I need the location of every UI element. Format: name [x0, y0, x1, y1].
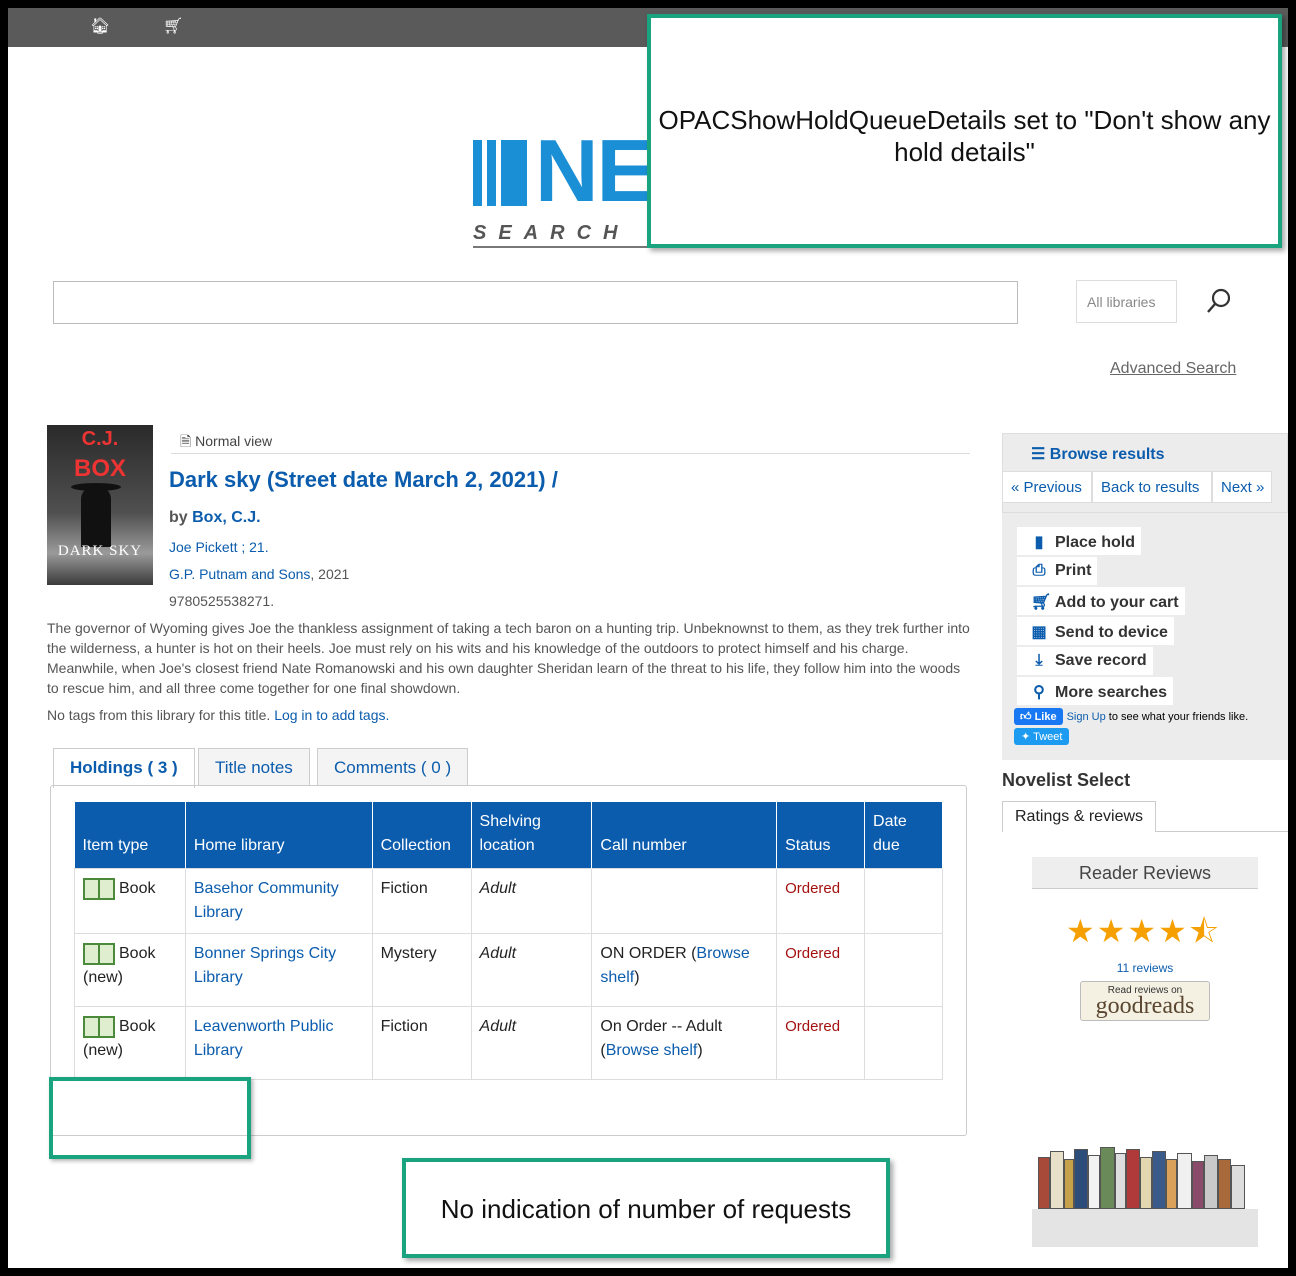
- cart-icon[interactable]: 🛒︎: [163, 18, 183, 36]
- status-badge: Ordered: [785, 1018, 841, 1035]
- advanced-search-link[interactable]: Advanced Search: [1110, 360, 1236, 378]
- twitter-icon: ✦: [1021, 731, 1031, 743]
- col-date-due[interactable]: Date due: [864, 802, 943, 869]
- more-searches-button[interactable]: ⚲ More searches: [1017, 677, 1174, 705]
- library-logo[interactable]: NE SEARCH: [473, 126, 673, 248]
- back-to-results-button[interactable]: Back to results: [1092, 471, 1212, 503]
- qr-code-icon: ▦: [1031, 624, 1047, 641]
- annotation-highlight-box: [49, 1077, 251, 1159]
- library-select[interactable]: All libraries: [1076, 280, 1177, 323]
- series-link[interactable]: Joe Pickett ; 21.: [169, 539, 269, 555]
- table-row: Book (new) Leavenworth Public Library Fi…: [74, 1006, 943, 1080]
- search-input[interactable]: [53, 281, 1018, 324]
- facebook-like-button[interactable]: 👍︎ Like: [1014, 708, 1063, 725]
- divider: [171, 453, 970, 454]
- facebook-like: 👍︎ Like Sign Up to see what your friends …: [1014, 708, 1248, 725]
- home-library-link[interactable]: Basehor Community Library: [194, 880, 339, 921]
- annotation-callout-bottom: No indication of number of requests: [402, 1158, 890, 1258]
- book-icon: [83, 942, 115, 965]
- isbn: 9780525538271.: [169, 593, 275, 609]
- browse-nav: « Previous Back to results Next »: [1002, 471, 1288, 503]
- review-count-link[interactable]: 11 reviews: [1032, 961, 1258, 975]
- novelist-heading: Novelist Select: [1002, 770, 1131, 790]
- book-cover-image: C.J. BOX DARK SKY: [47, 425, 153, 585]
- star-rating: ★★★★⯪: [1066, 913, 1222, 949]
- browse-shelf-link[interactable]: Browse shelf: [606, 1042, 698, 1059]
- send-to-device-button[interactable]: ▦ Send to device: [1017, 617, 1174, 645]
- abstract: The governor of Wyoming gives Joe the th…: [47, 620, 970, 696]
- cart-icon: 🛒︎: [1031, 594, 1052, 611]
- previous-button[interactable]: « Previous: [1002, 471, 1092, 503]
- status-badge: Ordered: [785, 945, 841, 962]
- book-icon: [83, 1015, 115, 1038]
- reader-reviews-title: Reader Reviews: [1032, 857, 1258, 889]
- col-call-number[interactable]: Call number: [591, 802, 778, 869]
- tab-title-notes[interactable]: Title notes: [198, 748, 310, 785]
- document-icon: 🗎︎: [180, 433, 192, 449]
- menu-icon: ☰: [1031, 446, 1046, 463]
- col-status[interactable]: Status: [776, 802, 866, 869]
- browse-results-toggle[interactable]: ☰ Browse results: [1031, 444, 1165, 464]
- tab-comments[interactable]: Comments ( 0 ): [317, 748, 469, 785]
- tags-line: No tags from this library for this title…: [47, 707, 390, 723]
- publisher-line: G.P. Putnam and Sons, 2021: [169, 566, 350, 582]
- logo-text: NE: [535, 121, 655, 220]
- col-shelving-location[interactable]: Shelving location: [471, 802, 593, 869]
- tweet-button[interactable]: ✦ Tweet: [1014, 728, 1070, 745]
- holdings-table: Item type Home library Collection Shelvi…: [74, 802, 943, 1080]
- search-icon: ⚲: [1033, 684, 1045, 701]
- goodreads-button[interactable]: Read reviews on goodreads: [1080, 981, 1210, 1021]
- bookshelf-image: [1032, 1147, 1258, 1247]
- record-actions-panel: ▮ Place hold ⎙ Print 🛒︎ Add to your cart ▦ S…: [1002, 513, 1288, 760]
- annotation-callout-top: OPACShowHoldQueueDetails set to "Don't s…: [647, 14, 1282, 248]
- record-title: Dark sky (Street date March 2, 2021) /: [169, 467, 558, 492]
- col-home-library[interactable]: Home library: [185, 802, 373, 869]
- search-icon[interactable]: [1204, 286, 1234, 316]
- author-line: by Box, C.J.: [169, 509, 261, 526]
- table-row: Book Basehor Community Library Fiction A…: [74, 868, 943, 934]
- table-header-row: Item type Home library Collection Shelvi…: [74, 802, 943, 869]
- book-icon: [83, 877, 115, 900]
- logo-subtext: SEARCH: [473, 222, 630, 244]
- save-record-button[interactable]: ⤓ Save record: [1017, 647, 1153, 675]
- bookmark-icon: ▮: [1034, 534, 1044, 551]
- tab-ratings-reviews[interactable]: Ratings & reviews: [1002, 801, 1157, 832]
- place-hold-button[interactable]: ▮ Place hold: [1017, 527, 1142, 555]
- tab-holdings[interactable]: Holdings ( 3 ): [53, 748, 195, 788]
- home-icon[interactable]: 🏠︎: [90, 18, 110, 36]
- goodreads-logo: goodreads: [1095, 993, 1195, 1019]
- facebook-signup-link[interactable]: Sign Up: [1067, 711, 1106, 723]
- col-collection[interactable]: Collection: [372, 802, 472, 869]
- add-to-cart-button[interactable]: 🛒︎ Add to your cart: [1017, 587, 1185, 615]
- download-icon: ⤓: [1035, 652, 1043, 669]
- reader-reviews-widget: Reader Reviews ★★★★⯪ 11 reviews Read rev…: [1032, 857, 1258, 1247]
- publisher-link[interactable]: G.P. Putnam and Sons: [169, 566, 310, 582]
- col-item-type[interactable]: Item type: [74, 802, 186, 869]
- thumbs-up-icon: 👍︎: [1020, 711, 1032, 723]
- print-icon: ⎙: [1032, 562, 1046, 579]
- author-link[interactable]: Box, C.J.: [192, 509, 260, 526]
- login-tags-link[interactable]: Log in to add tags.: [274, 707, 389, 723]
- print-button[interactable]: ⎙ Print: [1017, 557, 1098, 585]
- next-button[interactable]: Next »: [1212, 471, 1272, 503]
- home-library-link[interactable]: Leavenworth Public Library: [194, 1018, 334, 1059]
- home-library-link[interactable]: Bonner Springs City Library: [194, 945, 336, 986]
- status-badge: Ordered: [785, 880, 841, 897]
- normal-view-link[interactable]: 🗎︎ Normal view: [180, 431, 272, 455]
- page-frame: 🏠︎ 🛒︎ NE SEARCH All libraries Advanced S…: [8, 8, 1288, 1268]
- table-row: Book (new) Bonner Springs City Library M…: [74, 933, 943, 1007]
